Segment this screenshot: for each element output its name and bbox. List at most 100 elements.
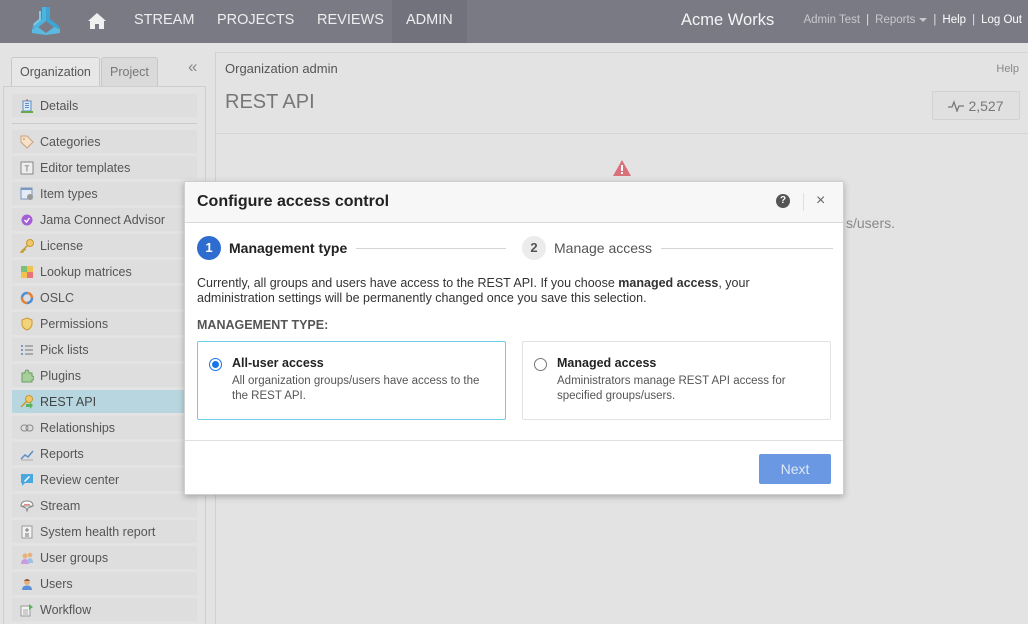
managed-access-radio[interactable] bbox=[534, 358, 547, 371]
sidebar-item-reports[interactable]: Reports bbox=[12, 442, 197, 465]
jama-logo-icon[interactable] bbox=[28, 5, 64, 37]
description-emphasis: managed access bbox=[618, 276, 719, 290]
speech-bubble-icon bbox=[20, 499, 34, 513]
link-icon bbox=[20, 421, 34, 435]
sidebar-item-oslc[interactable]: OSLC bbox=[12, 286, 197, 309]
building-icon bbox=[20, 98, 34, 113]
sidebar-item-permissions[interactable]: Permissions bbox=[12, 312, 197, 335]
sidebar-item-jama-connect-advisor[interactable]: Jama Connect Advisor bbox=[12, 208, 197, 231]
dialog-title: Configure access control bbox=[197, 193, 390, 210]
sidebar-item-categories[interactable]: Categories bbox=[12, 130, 197, 153]
user-name-link[interactable]: Admin Test bbox=[803, 14, 860, 26]
sidebar-item-label: Workflow bbox=[40, 602, 92, 617]
step-1-number: 1 bbox=[197, 236, 221, 260]
page-title: REST API bbox=[225, 91, 315, 113]
sidebar-item-rest-api[interactable]: REST API bbox=[12, 390, 197, 413]
activity-count: 2,527 bbox=[968, 97, 1004, 114]
all-user-access-radio[interactable] bbox=[209, 358, 222, 371]
background-message: s/users. bbox=[846, 215, 896, 231]
management-type-label: MANAGEMENT TYPE: bbox=[197, 318, 329, 332]
sidebar-item-license[interactable]: License bbox=[12, 234, 197, 257]
sidebar-item-label: User groups bbox=[40, 550, 109, 565]
sidebar-item-label: Stream bbox=[40, 498, 81, 513]
option-title: All-user access bbox=[232, 356, 324, 370]
dialog-header: Configure access control ? × bbox=[185, 182, 843, 223]
sidebar-item-users[interactable]: Users bbox=[12, 572, 197, 595]
top-navigation-bar: STREAM PROJECTS REVIEWS ADMIN Acme Works… bbox=[0, 0, 1028, 43]
collapse-sidebar-icon[interactable]: « bbox=[188, 57, 197, 77]
sidebar-item-workflow[interactable]: Workflow bbox=[12, 598, 197, 621]
page-help-link[interactable]: Help bbox=[996, 63, 1019, 75]
reports-label: Reports bbox=[875, 14, 916, 26]
key-arrow-icon bbox=[20, 394, 34, 409]
close-icon[interactable]: × bbox=[816, 192, 825, 210]
home-icon[interactable] bbox=[87, 11, 107, 31]
sidebar-item-system-health-report[interactable]: System health report bbox=[12, 520, 197, 543]
option-all-user-access[interactable]: All-user access All organization groups/… bbox=[197, 341, 506, 420]
sidebar-item-editor-templates[interactable]: T Editor templates bbox=[12, 156, 197, 179]
description-text: Currently, all groups and users have acc… bbox=[197, 276, 619, 290]
option-managed-access[interactable]: Managed access Administrators manage RES… bbox=[522, 341, 831, 420]
activity-counter-button[interactable]: 2,527 bbox=[932, 91, 1020, 120]
help-icon[interactable]: ? bbox=[776, 194, 790, 208]
warning-icon bbox=[613, 160, 631, 176]
breadcrumb[interactable]: Organization admin bbox=[225, 61, 338, 76]
option-title: Managed access bbox=[557, 356, 657, 370]
sidebar-item-plugins[interactable]: Plugins bbox=[12, 364, 197, 387]
sidebar-item-label: License bbox=[40, 238, 84, 253]
step-2-label: Manage access bbox=[554, 240, 653, 256]
activity-pulse-icon bbox=[948, 99, 965, 112]
sidebar-item-label: Users bbox=[40, 576, 73, 591]
configure-access-control-dialog: Configure access control ? × 1 Managemen… bbox=[184, 181, 844, 495]
sidebar-item-label: REST API bbox=[40, 394, 97, 409]
sidebar-item-lookup-matrices[interactable]: Lookup matrices bbox=[12, 260, 197, 283]
wizard-steps: 1 Management type 2 Manage access bbox=[197, 236, 833, 260]
sidebar-divider bbox=[12, 123, 197, 124]
sidebar-item-label: OSLC bbox=[40, 290, 75, 305]
nav-admin[interactable]: ADMIN bbox=[392, 0, 467, 43]
sidebar-item-label: Permissions bbox=[40, 316, 109, 331]
caret-down-icon bbox=[919, 17, 928, 22]
matrix-icon bbox=[20, 265, 34, 279]
sidebar-item-review-center[interactable]: Review center bbox=[12, 468, 197, 491]
option-description: All organization groups/users have acces… bbox=[232, 375, 480, 402]
shield-icon bbox=[20, 316, 34, 331]
step-connector bbox=[661, 248, 833, 249]
nav-reviews[interactable]: REVIEWS bbox=[303, 0, 398, 43]
sidebar-item-relationships[interactable]: Relationships bbox=[12, 416, 197, 439]
item-types-icon bbox=[20, 187, 34, 201]
tag-icon bbox=[20, 135, 34, 149]
step-connector bbox=[356, 248, 506, 249]
workflow-icon bbox=[20, 603, 34, 617]
reports-dropdown[interactable]: Reports bbox=[875, 14, 928, 26]
sidebar-item-label: Details bbox=[40, 98, 79, 113]
admin-sidebar: Organization Project « Details Categorie… bbox=[0, 43, 215, 624]
sidebar-item-details[interactable]: Details bbox=[12, 94, 197, 117]
template-icon: T bbox=[20, 161, 34, 175]
step-1-label: Management type bbox=[229, 240, 348, 256]
sidebar-item-label: Plugins bbox=[40, 368, 81, 383]
nav-projects[interactable]: PROJECTS bbox=[203, 0, 308, 43]
option-description: Administrators manage REST API access fo… bbox=[557, 375, 786, 402]
tab-project[interactable]: Project bbox=[101, 57, 158, 87]
sidebar-item-item-types[interactable]: Item types bbox=[12, 182, 197, 205]
sidebar-item-pick-lists[interactable]: Pick lists bbox=[12, 338, 197, 361]
logout-link[interactable]: Log Out bbox=[981, 14, 1022, 26]
header-separator bbox=[803, 193, 804, 211]
sidebar-item-label: Lookup matrices bbox=[40, 264, 132, 279]
sidebar-item-label: Review center bbox=[40, 472, 120, 487]
help-link[interactable]: Help bbox=[942, 14, 966, 26]
sidebar-item-label: Relationships bbox=[40, 420, 116, 435]
sidebar-item-label: Editor templates bbox=[40, 160, 131, 175]
tab-organization[interactable]: Organization bbox=[11, 57, 100, 88]
next-button[interactable]: Next bbox=[759, 454, 831, 484]
key-icon bbox=[20, 238, 34, 253]
review-pencil-icon bbox=[20, 473, 34, 487]
sidebar-item-label: Reports bbox=[40, 446, 84, 461]
sidebar-item-user-groups[interactable]: User groups bbox=[12, 546, 197, 569]
oslc-ring-icon bbox=[20, 291, 34, 305]
user-links: Admin Test | Reports | Help | Log Out bbox=[803, 14, 1022, 26]
sidebar-item-label: System health report bbox=[40, 524, 156, 539]
nav-stream[interactable]: STREAM bbox=[120, 0, 208, 43]
sidebar-item-stream[interactable]: Stream bbox=[12, 494, 197, 517]
